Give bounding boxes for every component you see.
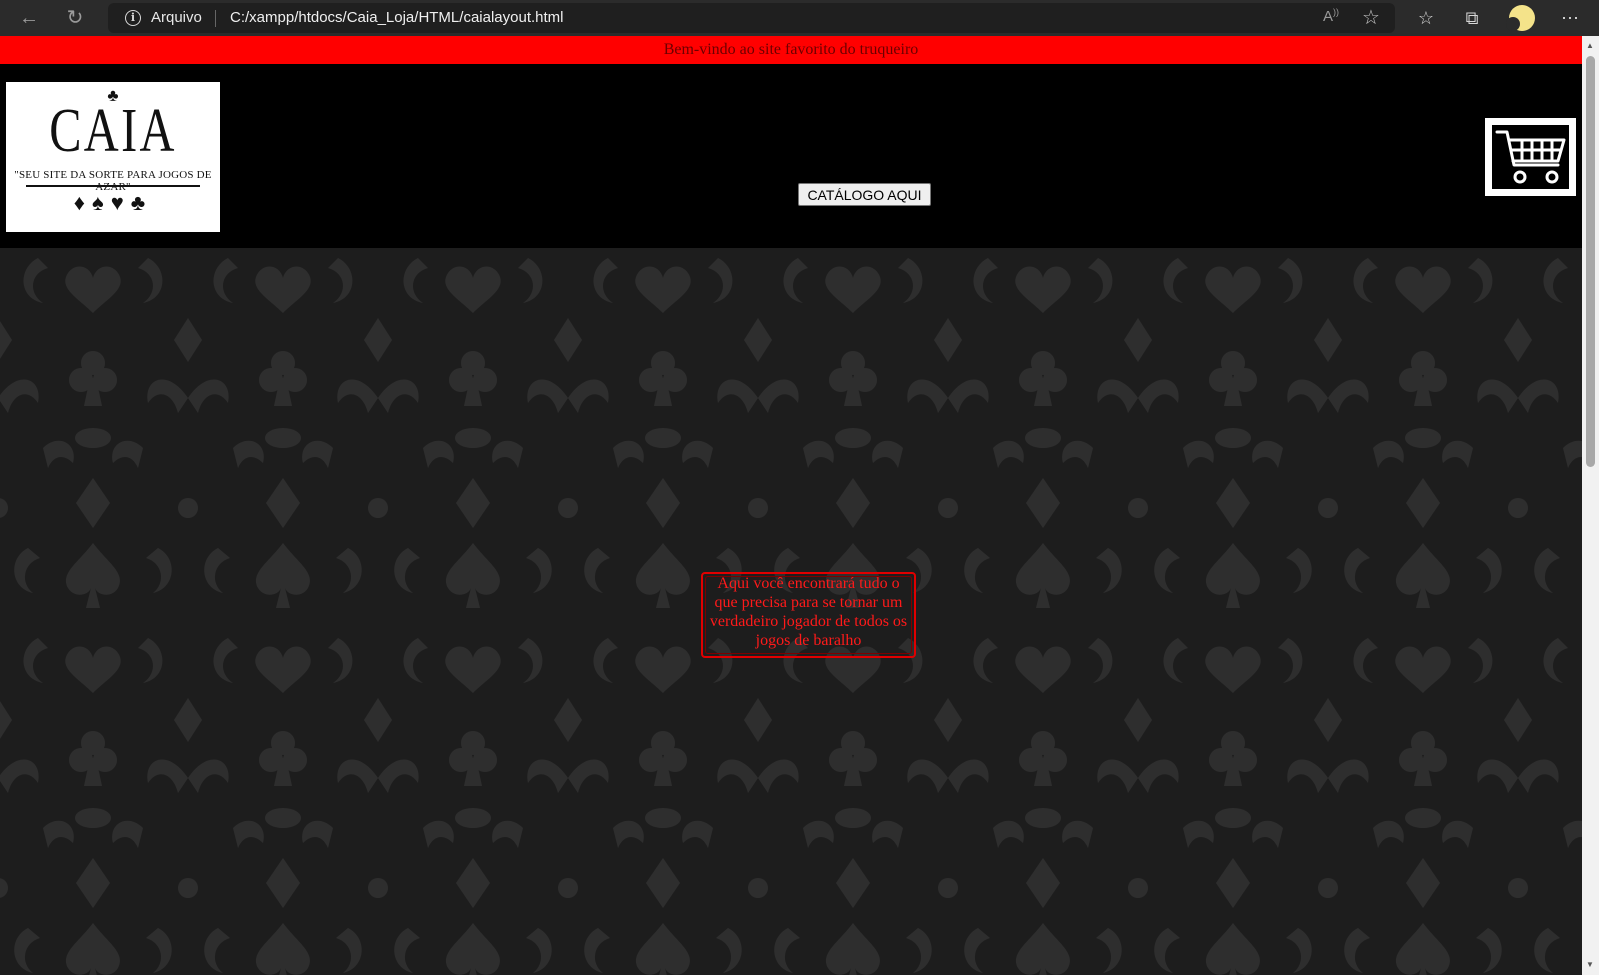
address-divider bbox=[215, 10, 216, 27]
welcome-banner: Bem-vindo ao site favorito do truqueiro bbox=[0, 36, 1582, 64]
catalog-button[interactable]: CATÁLOGO AQUI bbox=[798, 183, 931, 206]
address-bar[interactable]: i Arquivo C:/xampp/htdocs/Caia_Loja/HTML… bbox=[108, 3, 1395, 33]
back-icon[interactable]: ← bbox=[16, 6, 42, 30]
scroll-up-arrow-icon[interactable]: ▲ bbox=[1586, 41, 1594, 50]
favorites-icon[interactable]: ☆ bbox=[1413, 5, 1439, 31]
browser-toolbar: ← ↻ i Arquivo C:/xampp/htdocs/Caia_Loja/… bbox=[0, 0, 1599, 36]
refresh-icon[interactable]: ↻ bbox=[62, 6, 88, 30]
cart-icon bbox=[1492, 125, 1569, 189]
read-aloud-icon[interactable]: A)) bbox=[1323, 7, 1339, 25]
scroll-thumb[interactable] bbox=[1586, 56, 1595, 467]
logo-title: CAIA bbox=[49, 97, 177, 165]
info-icon[interactable]: i bbox=[125, 10, 141, 26]
caia-logo[interactable]: ♣ CAIA "SEU SITE DA SORTE PARA JOGOS DE … bbox=[6, 82, 220, 232]
page-scrollbar[interactable]: ▲ ▼ bbox=[1582, 36, 1599, 975]
profile-icon[interactable] bbox=[1506, 5, 1535, 31]
welcome-message-box: Aqui você encontrará tudo o que precisa … bbox=[701, 572, 916, 658]
address-scheme-label: Arquivo bbox=[151, 9, 202, 26]
scroll-down-arrow-icon[interactable]: ▼ bbox=[1586, 960, 1594, 969]
site-header: ♣ CAIA "SEU SITE DA SORTE PARA JOGOS DE … bbox=[0, 64, 1582, 248]
message-inner-border bbox=[705, 576, 912, 654]
add-favorite-icon[interactable]: ☆ bbox=[1362, 5, 1380, 30]
page-viewport: Bem-vindo ao site favorito do truqueiro … bbox=[0, 36, 1582, 975]
cart-button[interactable] bbox=[1485, 118, 1576, 196]
card-suits-icon: ♦♠♥♣ bbox=[73, 190, 153, 215]
address-url[interactable]: C:/xampp/htdocs/Caia_Loja/HTML/caialayou… bbox=[230, 9, 564, 26]
logo-rule bbox=[26, 185, 200, 187]
more-icon[interactable]: ⋯ bbox=[1557, 5, 1583, 31]
collections-icon[interactable]: ⧉ bbox=[1459, 5, 1485, 31]
